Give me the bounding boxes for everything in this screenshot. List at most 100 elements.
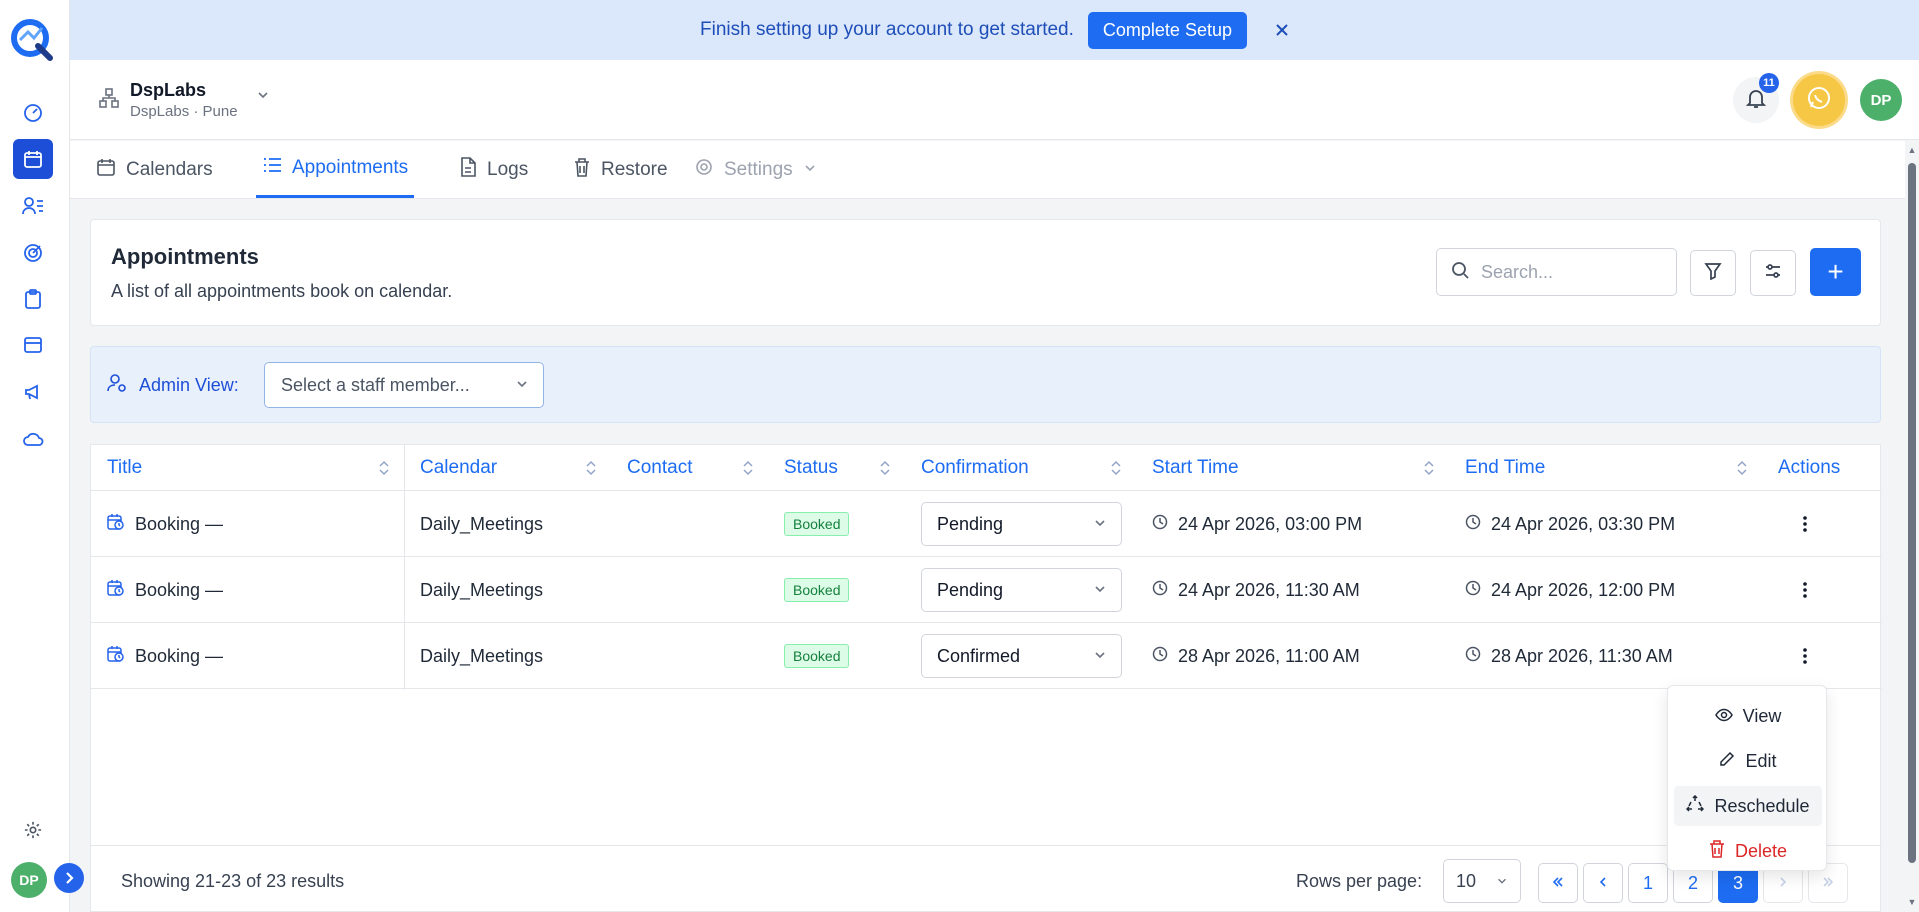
cloud-icon[interactable] [13, 419, 53, 459]
notifications-button[interactable]: 11 [1733, 73, 1779, 123]
sliders-icon [1764, 262, 1782, 285]
tab-appointments[interactable]: Appointments [256, 141, 415, 198]
row-actions-icon[interactable] [1787, 623, 1807, 689]
prev-page-button[interactable] [1583, 863, 1623, 903]
whatsapp-button[interactable] [1793, 74, 1845, 126]
user-avatar[interactable]: DP [11, 862, 47, 898]
start-time-cell: 24 Apr 2026, 03:00 PM [1136, 491, 1362, 557]
app-logo[interactable] [10, 18, 54, 62]
double-chevron-right-icon [1821, 873, 1835, 894]
column-header-calendar[interactable]: Calendar [404, 445, 611, 491]
search-input[interactable] [1481, 261, 1661, 283]
sort-icon[interactable] [378, 460, 390, 476]
menu-item-reschedule[interactable]: Reschedule [1674, 786, 1822, 826]
org-switcher[interactable]: DspLabs DspLabs · Pune [98, 80, 270, 120]
close-icon[interactable] [1275, 23, 1289, 37]
calendar-icon[interactable] [13, 139, 53, 179]
clipboard-icon[interactable] [13, 279, 53, 319]
inbox-icon[interactable] [13, 325, 53, 365]
menu-item-delete[interactable]: Delete [1674, 831, 1822, 871]
tab-settings[interactable]: Settings [694, 141, 817, 198]
page-button-1[interactable]: 1 [1628, 863, 1668, 903]
sort-icon[interactable] [879, 460, 891, 476]
staff-member-select[interactable]: Select a staff member... [264, 362, 544, 408]
user-avatar[interactable]: DP [1860, 79, 1902, 121]
dashboard-icon[interactable] [13, 93, 53, 133]
sort-icon[interactable] [1110, 460, 1122, 476]
column-header-contact[interactable]: Contact [611, 445, 768, 491]
trash-icon [573, 157, 591, 183]
complete-setup-button[interactable]: Complete Setup [1087, 11, 1247, 49]
eye-icon [1714, 706, 1733, 727]
contacts-icon[interactable] [13, 186, 53, 226]
sort-icon[interactable] [742, 460, 754, 476]
scroll-thumb[interactable] [1908, 163, 1916, 863]
rows-per-page-select[interactable]: 10 [1443, 859, 1521, 903]
filter-button[interactable] [1690, 250, 1736, 296]
confirmation-select[interactable]: Pending [921, 502, 1122, 546]
status-cell: Booked [768, 491, 850, 557]
scroll-down-icon[interactable]: ▼ [1907, 897, 1917, 907]
column-header-title[interactable]: Title [91, 445, 404, 491]
row-actions-menu: View Edit Reschedule Delete [1667, 685, 1827, 871]
page-subtitle: A list of all appointments book on calen… [111, 281, 453, 301]
tab-calendars[interactable]: Calendars [96, 141, 213, 198]
confirmation-value: Pending [937, 513, 1004, 534]
confirmation-select[interactable]: Confirmed [921, 634, 1122, 678]
add-appointment-button[interactable]: + [1810, 248, 1861, 296]
chevron-left-icon [1596, 873, 1610, 894]
end-time: 24 Apr 2026, 03:30 PM [1491, 513, 1676, 534]
confirmation-select[interactable]: Pending [921, 568, 1122, 612]
header-label: Confirmation [921, 456, 1029, 478]
start-time: 24 Apr 2026, 11:30 AM [1178, 579, 1360, 600]
row-actions-icon[interactable] [1787, 491, 1807, 557]
end-time-cell: 24 Apr 2026, 03:30 PM [1449, 491, 1675, 557]
first-page-button[interactable] [1538, 863, 1578, 903]
gear-icon [694, 157, 714, 183]
contact-cell [611, 491, 627, 557]
appointments-header-card: Appointments A list of all appointments … [90, 219, 1881, 326]
sort-icon[interactable] [1423, 460, 1435, 476]
clock-icon [1465, 514, 1481, 535]
page-title: Appointments [111, 244, 259, 269]
sort-icon[interactable] [1736, 460, 1748, 476]
clock-icon [1152, 646, 1168, 667]
tab-logs[interactable]: Logs [459, 141, 528, 198]
table-row[interactable]: Booking — Daily_Meetings Booked Pending … [91, 491, 1882, 557]
column-header-confirmation[interactable]: Confirmation [905, 445, 1136, 491]
settings-gear-icon[interactable] [13, 810, 53, 850]
admin-view-bar: Admin View: Select a staff member... [90, 346, 1881, 423]
target-icon[interactable] [13, 233, 53, 273]
end-time-cell: 24 Apr 2026, 12:00 PM [1449, 557, 1675, 623]
org-name: DspLabs [130, 80, 207, 100]
page-scrollbar[interactable]: ▲ ▼ [1905, 141, 1919, 912]
tab-restore[interactable]: Restore [573, 141, 668, 198]
chevron-down-icon [803, 159, 817, 181]
pencil-icon [1719, 751, 1735, 772]
start-time: 28 Apr 2026, 11:00 AM [1178, 645, 1360, 666]
menu-item-view[interactable]: View [1674, 696, 1822, 736]
table-row[interactable]: Booking — Daily_Meetings Booked Pending … [91, 557, 1882, 623]
chevron-right-icon [1776, 873, 1790, 894]
appointment-title: Booking — [135, 645, 224, 666]
start-time-cell: 24 Apr 2026, 11:30 AM [1136, 557, 1360, 623]
user-settings-icon [107, 373, 127, 398]
column-header-end-time[interactable]: End Time [1449, 445, 1762, 491]
scroll-up-icon[interactable]: ▲ [1907, 145, 1917, 155]
staff-select-placeholder: Select a staff member... [281, 374, 470, 395]
column-header-status[interactable]: Status [768, 445, 905, 491]
calendar-icon [96, 157, 116, 183]
contact-cell [611, 623, 627, 689]
double-chevron-left-icon [1551, 873, 1565, 894]
header-label: Contact [627, 456, 693, 478]
sort-icon[interactable] [585, 460, 597, 476]
column-header-actions: Actions [1762, 445, 1882, 491]
column-settings-button[interactable] [1750, 250, 1796, 296]
table-row[interactable]: Booking — Daily_Meetings Booked Confirme… [91, 623, 1882, 689]
menu-item-edit[interactable]: Edit [1674, 741, 1822, 781]
column-header-start-time[interactable]: Start Time [1136, 445, 1449, 491]
megaphone-icon[interactable] [13, 372, 53, 412]
expand-sidebar-button[interactable] [54, 863, 84, 893]
row-actions-icon[interactable] [1787, 557, 1807, 623]
calendar-cell: Daily_Meetings [420, 513, 544, 534]
